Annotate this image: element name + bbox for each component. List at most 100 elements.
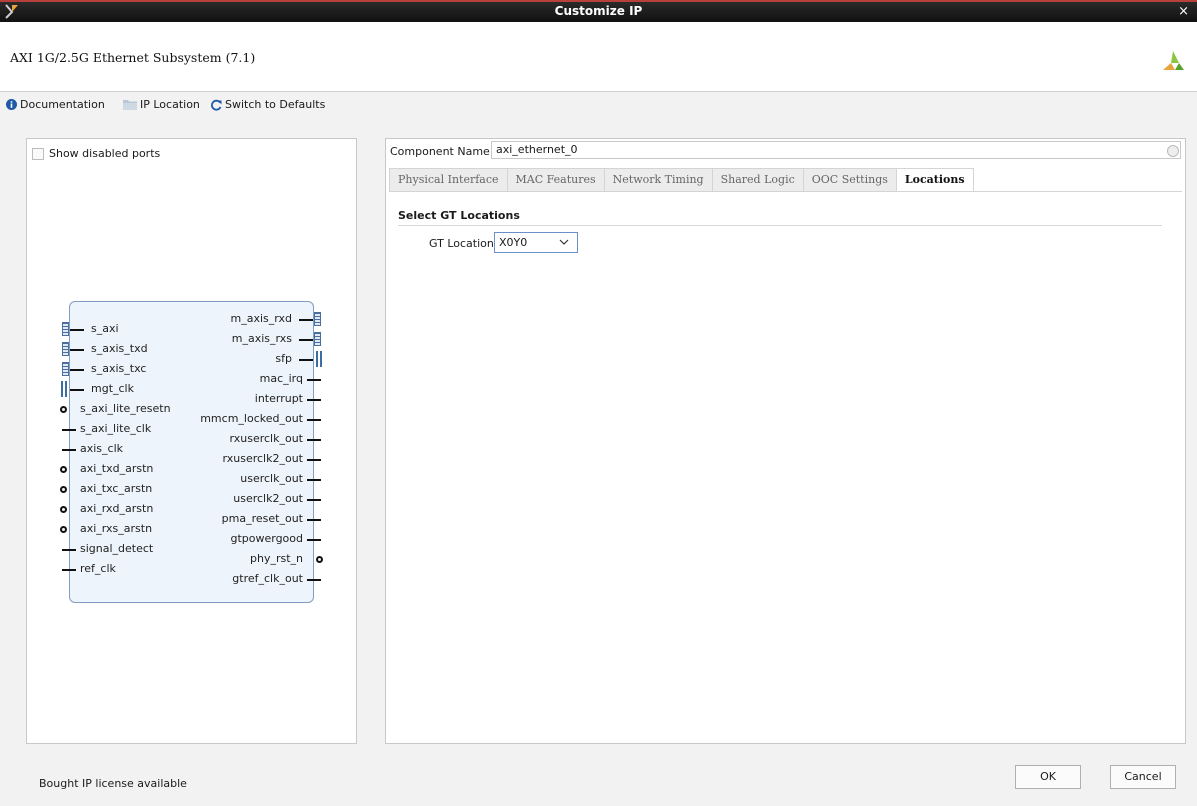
pin-icon — [307, 579, 321, 581]
show-disabled-ports-checkbox[interactable] — [32, 147, 44, 160]
port-left: axis_clk — [80, 442, 124, 455]
port-left: axi_rxs_arstn — [80, 522, 153, 535]
port-right: userclk_out — [240, 472, 303, 485]
port-left: s_axi_lite_resetn — [80, 402, 171, 415]
bus-interface-icon — [62, 342, 69, 356]
component-name-label: Component Name — [390, 145, 490, 158]
documentation-label: Documentation — [20, 98, 105, 111]
component-name-field[interactable]: axi_ethernet_0 — [491, 141, 1181, 159]
pin-icon — [307, 499, 321, 501]
port-left: s_axis_txd — [91, 342, 148, 355]
ip-location-label: IP Location — [140, 98, 200, 111]
pin-icon — [62, 449, 76, 451]
info-icon — [6, 99, 17, 110]
pin-icon — [307, 479, 321, 481]
active-low-pin-icon — [316, 556, 323, 563]
ip-header: AXI 1G/2.5G Ethernet Subsystem (7.1) — [0, 22, 1197, 92]
locations-tab-content: Select GT Locations GT Location X0Y0 — [389, 191, 1182, 740]
gt-location-value: X0Y0 — [499, 236, 528, 249]
pin-icon — [70, 329, 84, 331]
show-disabled-ports-label: Show disabled ports — [49, 147, 161, 160]
port-left: s_axis_txc — [91, 362, 147, 375]
clear-field-icon[interactable] — [1167, 145, 1179, 157]
port-right: userclk2_out — [233, 492, 303, 505]
bus-interface-icon — [314, 312, 321, 326]
port-right: sfp — [275, 352, 292, 365]
ip-block-symbol: s_axi s_axis_txd s_axis_txc mgt_clk s_ax… — [60, 301, 323, 603]
port-right: gtpowergood — [230, 532, 303, 545]
bus-interface-icon — [62, 362, 69, 376]
parameters-panel: Component Name axi_ethernet_0 Physical I… — [385, 138, 1186, 744]
folder-icon — [123, 100, 137, 110]
pin-icon — [62, 429, 76, 431]
section-title: Select GT Locations — [398, 209, 520, 222]
xilinx-logo-icon — [1163, 51, 1184, 70]
window-title: Customize IP — [554, 4, 643, 18]
port-left: ref_clk — [80, 562, 116, 575]
section-divider — [398, 225, 1162, 226]
port-right: m_axis_rxs — [231, 332, 292, 345]
pin-icon — [307, 519, 321, 521]
documentation-menu[interactable]: Documentation — [6, 98, 105, 111]
switch-to-defaults-button[interactable]: Switch to Defaults — [210, 98, 325, 111]
port-right: mac_irq — [259, 372, 303, 385]
pin-icon — [62, 569, 76, 571]
pin-icon — [307, 459, 321, 461]
port-right: pma_reset_out — [221, 512, 303, 525]
port-right: gtref_clk_out — [232, 572, 303, 585]
tab-network-timing[interactable]: Network Timing — [603, 168, 712, 192]
tab-locations[interactable]: Locations — [895, 168, 974, 192]
port-right: interrupt — [254, 392, 303, 405]
pin-icon — [70, 349, 84, 351]
chevron-down-icon — [559, 239, 569, 245]
active-low-pin-icon — [60, 526, 67, 533]
title-bar: Customize IP × — [0, 0, 1197, 22]
parameter-tabs: Physical Interface MAC Features Network … — [389, 168, 974, 192]
ip-symbol-panel: Show disabled ports s_axi s_axis_txd s_a… — [26, 138, 357, 744]
tab-shared-logic[interactable]: Shared Logic — [711, 168, 803, 192]
ok-button[interactable]: OK — [1015, 765, 1081, 789]
bus-interface-icon — [62, 322, 69, 336]
ip-location-button[interactable]: IP Location — [123, 98, 200, 111]
port-left: axi_txc_arstn — [80, 482, 153, 495]
pin-icon — [62, 549, 76, 551]
port-left: axi_txd_arstn — [80, 462, 154, 475]
port-left: signal_detect — [80, 542, 154, 555]
port-right: mmcm_locked_out — [200, 412, 303, 425]
pin-icon — [299, 339, 313, 341]
refresh-icon — [211, 99, 222, 111]
port-right: phy_rst_n — [249, 552, 303, 565]
bus-interface-icon — [314, 332, 321, 346]
pin-icon — [299, 319, 313, 321]
toolbar: Documentation IP Location Switch to Defa… — [0, 93, 1197, 117]
port-left: s_axi — [91, 322, 119, 335]
tab-mac-features[interactable]: MAC Features — [506, 168, 604, 192]
pin-icon — [307, 539, 321, 541]
close-icon[interactable]: × — [1178, 4, 1189, 19]
switch-to-defaults-label: Switch to Defaults — [225, 98, 326, 111]
gt-location-select[interactable]: X0Y0 — [494, 232, 578, 253]
active-low-pin-icon — [60, 506, 67, 513]
port-left: axi_rxd_arstn — [80, 502, 154, 515]
gt-location-label: GT Location — [429, 237, 494, 250]
tab-ooc-settings[interactable]: OOC Settings — [802, 168, 896, 192]
cancel-button[interactable]: Cancel — [1110, 765, 1176, 789]
port-right: rxuserclk_out — [229, 432, 303, 445]
pin-icon — [70, 389, 84, 391]
ip-title: AXI 1G/2.5G Ethernet Subsystem (7.1) — [10, 50, 256, 65]
port-left: mgt_clk — [91, 382, 134, 395]
active-low-pin-icon — [60, 406, 67, 413]
port-right: rxuserclk2_out — [222, 452, 303, 465]
tab-physical-interface[interactable]: Physical Interface — [389, 168, 507, 192]
port-left: s_axi_lite_clk — [80, 422, 152, 435]
pin-icon — [307, 419, 321, 421]
pin-icon — [70, 369, 84, 371]
pin-icon — [307, 399, 321, 401]
pin-icon — [299, 359, 313, 361]
diff-pair-icon — [316, 351, 322, 367]
active-low-pin-icon — [60, 486, 67, 493]
pin-icon — [307, 439, 321, 441]
port-right: m_axis_rxd — [230, 312, 292, 325]
diff-clock-icon — [61, 381, 67, 397]
license-status: Bought IP license available — [39, 777, 187, 790]
